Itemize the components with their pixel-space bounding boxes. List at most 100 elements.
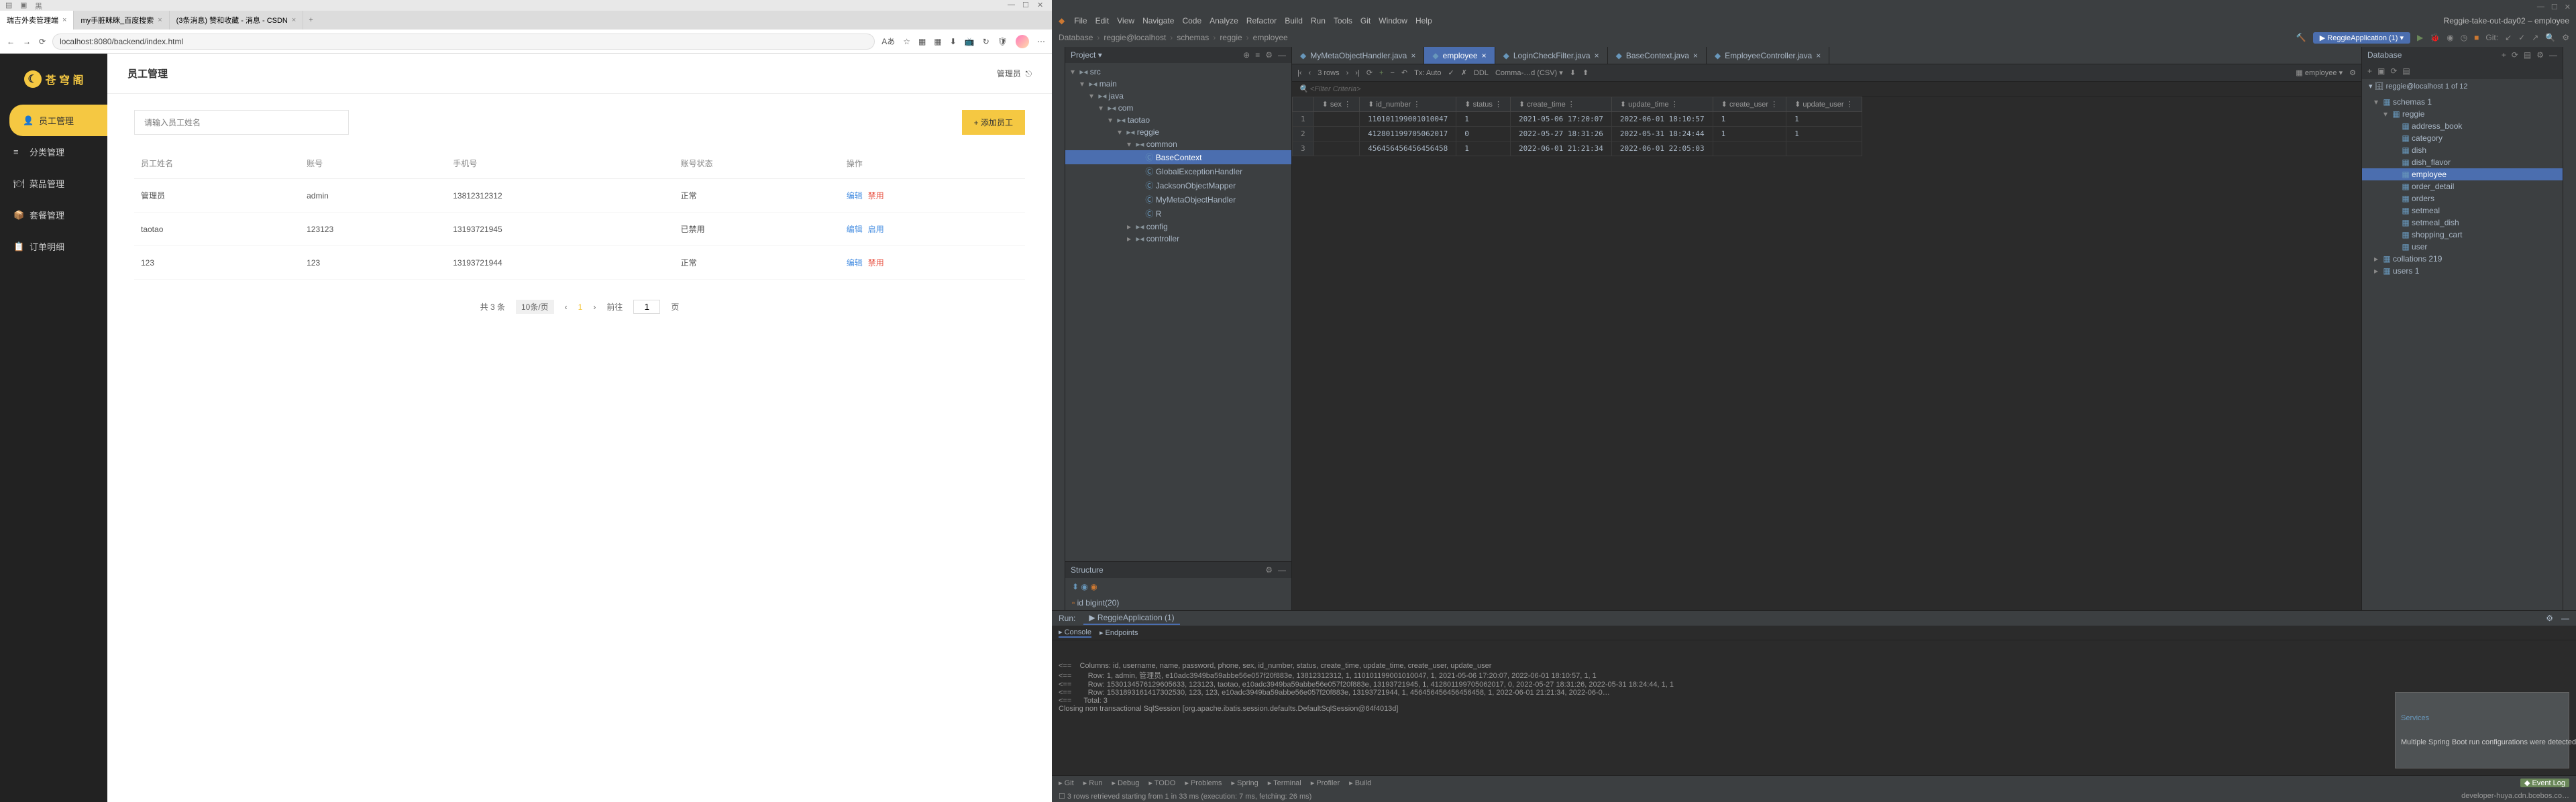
- column-header[interactable]: ⬍ id_number ⋮: [1360, 97, 1456, 112]
- breadcrumb-item[interactable]: schemas: [1177, 33, 1209, 42]
- menu-item[interactable]: View: [1117, 16, 1134, 25]
- search-input[interactable]: [134, 110, 349, 135]
- tree-node[interactable]: ▾ ▸◂ com: [1065, 102, 1291, 114]
- browser-tab[interactable]: 瑞吉外卖管理端×: [0, 11, 74, 30]
- db-tree-node[interactable]: ▦ order_detail: [2362, 180, 2563, 192]
- filter-input[interactable]: 🔍 <Filter Criteria>: [1292, 82, 2361, 97]
- column-header[interactable]: ⬍ update_user ⋮: [1786, 97, 1862, 112]
- db-tree-node[interactable]: ▾ ▦ schemas 1: [2362, 96, 2563, 108]
- grid-row[interactable]: 111010119900101004712021-05-06 17:20:072…: [1293, 112, 1862, 127]
- tree-node[interactable]: Ⓒ GlobalExceptionHandler: [1065, 164, 1291, 178]
- db-tree-node[interactable]: ▦ shopping_cart: [2362, 229, 2563, 241]
- debug-icon[interactable]: 🐞: [2430, 33, 2440, 42]
- commit-icon[interactable]: ✓: [1448, 68, 1454, 77]
- project-tree[interactable]: ▾ ▸◂ src▾ ▸◂ main▾ ▸◂ java▾ ▸◂ com▾ ▸◂ t…: [1065, 63, 1291, 561]
- db-tree-node[interactable]: ▾ ▦ reggie: [2362, 108, 2563, 120]
- next-icon[interactable]: ›: [593, 302, 596, 312]
- select-file-icon[interactable]: ⊕: [1243, 50, 1250, 60]
- gear-icon[interactable]: ⚙: [1265, 565, 1273, 575]
- minimize-icon[interactable]: —: [2537, 3, 2544, 11]
- database-tree[interactable]: ▾ ▦ schemas 1▾ ▦ reggie ▦ address_book ▦…: [2362, 93, 2563, 610]
- refresh-icon[interactable]: ⟳: [2512, 50, 2518, 60]
- tree-node[interactable]: ▾ ▸◂ src: [1065, 66, 1291, 78]
- console-output[interactable]: <== Columns: id, username, name, passwor…: [1052, 640, 2576, 775]
- close-icon[interactable]: ✕: [1037, 1, 1046, 10]
- editor-tab[interactable]: ◆ LoginCheckFilter.java ×: [1495, 47, 1608, 64]
- copy-icon[interactable]: ▣: [2377, 66, 2385, 76]
- menu-item[interactable]: Run: [1311, 16, 1326, 25]
- breadcrumb-item[interactable]: employee: [1253, 33, 1288, 42]
- close-icon[interactable]: ×: [1595, 51, 1599, 60]
- toggle-link[interactable]: 禁用: [868, 258, 884, 268]
- maximize-icon[interactable]: ☐: [2551, 3, 2558, 11]
- settings-icon[interactable]: ⚙: [2536, 50, 2544, 60]
- close-icon[interactable]: ×: [1816, 51, 1821, 60]
- stop-icon[interactable]: ■: [2474, 33, 2479, 42]
- column-header[interactable]: ⬍ status ⋮: [1456, 97, 1511, 112]
- status-tool[interactable]: ▸ Problems: [1185, 779, 1222, 787]
- edit-link[interactable]: 编辑: [847, 258, 863, 268]
- url-input[interactable]: localhost:8080/backend/index.html: [52, 34, 875, 50]
- tree-node[interactable]: ▾ ▸◂ common: [1065, 138, 1291, 150]
- close-icon[interactable]: ×: [1482, 51, 1487, 60]
- db-tree-node[interactable]: ▦ category: [2362, 132, 2563, 144]
- database-label[interactable]: Database: [2367, 50, 2402, 60]
- ext-icon[interactable]: ▦: [934, 37, 941, 46]
- add-row-icon[interactable]: +: [1379, 69, 1383, 77]
- db-tree-node[interactable]: ▦ setmeal: [2362, 205, 2563, 217]
- tree-node[interactable]: ▾ ▸◂ main: [1065, 78, 1291, 90]
- menu-item[interactable]: Tools: [1334, 16, 1352, 25]
- menu-item[interactable]: Window: [1379, 16, 1407, 25]
- stop-icon[interactable]: ⟳: [2390, 66, 2397, 76]
- grid-row[interactable]: 241280119970506201702022-05-27 18:31:262…: [1293, 127, 1862, 141]
- more-icon[interactable]: ⋯: [1037, 37, 1045, 46]
- status-tool[interactable]: ▸ Terminal: [1268, 779, 1301, 787]
- admin-label[interactable]: 管理员 ⎋: [997, 68, 1032, 79]
- bookmark-icon[interactable]: ☆: [903, 37, 910, 46]
- sort-icon[interactable]: ⬍: [1072, 582, 1079, 591]
- hide-icon[interactable]: —: [1278, 50, 1286, 60]
- column-header[interactable]: ⬍ create_user ⋮: [1713, 97, 1786, 112]
- db-tree-node[interactable]: ▦ orders: [2362, 192, 2563, 205]
- column-header[interactable]: ⬍ create_time ⋮: [1510, 97, 1611, 112]
- menu-item[interactable]: Analyze: [1210, 16, 1238, 25]
- menu-item[interactable]: Build: [1285, 16, 1303, 25]
- db-tree-node[interactable]: ▦ dish_flavor: [2362, 156, 2563, 168]
- menu-item[interactable]: Git: [1360, 16, 1371, 25]
- menu-item[interactable]: Code: [1182, 16, 1201, 25]
- close-icon[interactable]: ×: [292, 16, 296, 24]
- sync-icon[interactable]: ↻: [983, 37, 989, 46]
- hide-icon[interactable]: —: [1278, 565, 1286, 575]
- close-icon[interactable]: ×: [158, 16, 162, 24]
- translate-icon[interactable]: Aあ: [881, 36, 895, 47]
- browser-tab[interactable]: (3条消息) 赞和收藏 - 消息 - CSDN×: [170, 11, 304, 30]
- filter-icon[interactable]: ◉: [1081, 582, 1087, 591]
- console-icon[interactable]: ▤: [2402, 66, 2410, 76]
- sidebar-item[interactable]: ≡分类管理: [0, 136, 107, 168]
- db-tree-node[interactable]: ▦ setmeal_dish: [2362, 217, 2563, 229]
- editor-tab[interactable]: ◆ BaseContext.java ×: [1608, 47, 1707, 64]
- search-icon[interactable]: 🔍: [2545, 33, 2555, 42]
- structure-label[interactable]: Structure: [1071, 565, 1104, 575]
- status-tool[interactable]: ▸ Run: [1083, 779, 1103, 787]
- sidebar-item[interactable]: 📋订单明细: [0, 231, 107, 262]
- shield-icon[interactable]: 🛡: [998, 37, 1008, 46]
- menu-item[interactable]: Navigate: [1142, 16, 1174, 25]
- menu-item[interactable]: Help: [1415, 16, 1432, 25]
- breadcrumb-item[interactable]: reggie@localhost: [1104, 33, 1166, 42]
- sidebar-item[interactable]: 📦套餐管理: [0, 199, 107, 231]
- close-icon[interactable]: ×: [1693, 51, 1698, 60]
- browser-tab[interactable]: my手脏眯眯_百度搜索×: [74, 11, 169, 30]
- toggle-link[interactable]: 启用: [868, 225, 884, 234]
- column-header[interactable]: ⬍ update_time ⋮: [1611, 97, 1713, 112]
- tx-mode[interactable]: Tx: Auto: [1414, 69, 1441, 77]
- git-commit-icon[interactable]: ✓: [2518, 33, 2525, 42]
- coverage-icon[interactable]: ◉: [2447, 33, 2453, 42]
- tree-node[interactable]: ▾ ▸◂ java: [1065, 90, 1291, 102]
- editor-tab[interactable]: ◆ EmployeeController.java ×: [1707, 47, 1829, 64]
- close-icon[interactable]: ×: [1411, 51, 1415, 60]
- add-icon[interactable]: +: [2367, 66, 2372, 76]
- run-subtab[interactable]: ▸ Console: [1059, 628, 1091, 638]
- hammer-icon[interactable]: 🔨: [2296, 33, 2306, 42]
- downloads-icon[interactable]: ⬇: [950, 37, 957, 46]
